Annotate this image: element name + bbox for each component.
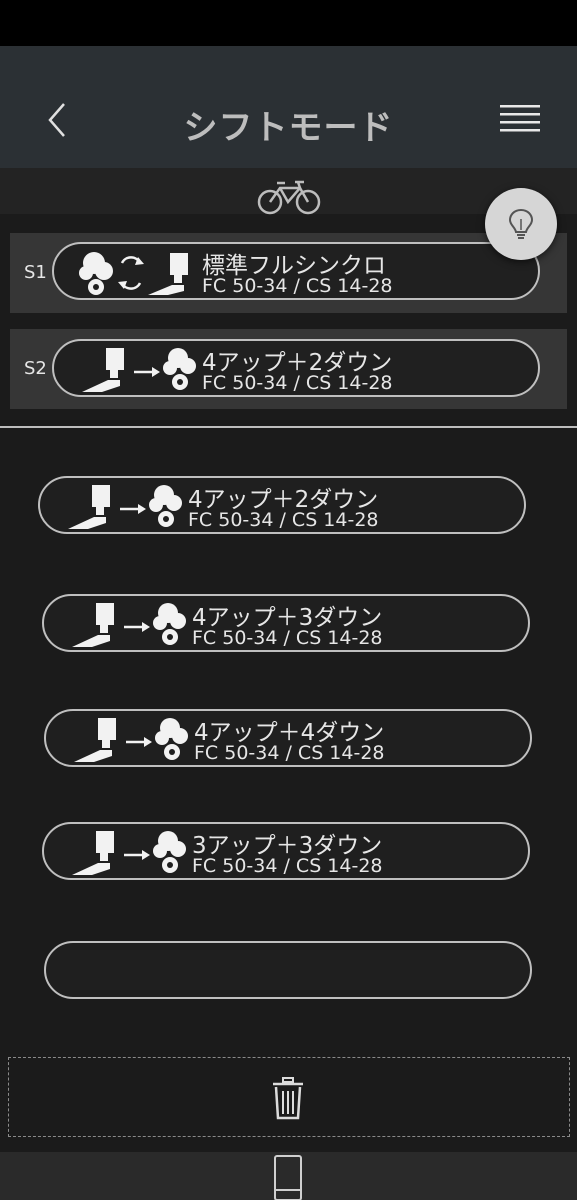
shift-mode-pill[interactable]: 4アップ＋2ダウン FC 50-34 / CS 14-28 xyxy=(38,476,526,534)
bottom-bar xyxy=(0,1152,577,1200)
mode-gearing: FC 50-34 / CS 14-28 xyxy=(202,372,393,394)
multi-shift-icon xyxy=(72,831,186,875)
slot-label: S2 xyxy=(24,358,47,379)
hint-button[interactable] xyxy=(485,188,557,260)
multi-shift-icon xyxy=(68,485,182,529)
shift-mode-pill[interactable]: 標準フルシンクロ FC 50-34 / CS 14-28 xyxy=(52,242,540,300)
mode-gearing: FC 50-34 / CS 14-28 xyxy=(188,509,379,531)
multi-shift-icon xyxy=(82,348,196,392)
shift-mode-pill[interactable]: 4アップ＋3ダウン FC 50-34 / CS 14-28 xyxy=(42,594,530,652)
mode-gearing: FC 50-34 / CS 14-28 xyxy=(202,275,393,297)
shift-mode-pill[interactable]: 4アップ＋2ダウン FC 50-34 / CS 14-28 xyxy=(52,339,540,397)
multi-shift-icon xyxy=(72,603,186,647)
mode-gearing: FC 50-34 / CS 14-28 xyxy=(194,742,385,764)
lightbulb-icon xyxy=(508,208,534,239)
page-title: シフトモード xyxy=(183,108,394,148)
shift-mode-pill[interactable]: 4アップ＋4ダウン FC 50-34 / CS 14-28 xyxy=(44,709,532,767)
trash-icon xyxy=(273,1077,303,1120)
multi-shift-icon xyxy=(74,718,188,762)
slot-s2: S2 4アップ＋2ダウン FC 50-34 / CS 14-28 xyxy=(10,329,567,409)
mode-gearing: FC 50-34 / CS 14-28 xyxy=(192,855,383,877)
slot-s1: S1 標準フルシンクロ FC 50-34 / CS 14-28 xyxy=(10,233,567,313)
menu-button[interactable] xyxy=(498,102,542,136)
empty-mode-pill[interactable] xyxy=(44,941,532,999)
mode-gearing: FC 50-34 / CS 14-28 xyxy=(192,627,383,649)
status-bar xyxy=(0,0,577,46)
phone-icon xyxy=(274,1155,302,1200)
slot-label: S1 xyxy=(24,262,47,283)
bicycle-icon xyxy=(257,180,321,215)
menu-icon xyxy=(500,105,540,132)
delete-drop-zone[interactable] xyxy=(8,1057,570,1137)
section-divider xyxy=(0,426,577,428)
synchro-shift-icon xyxy=(79,252,188,295)
shift-mode-pill[interactable]: 3アップ＋3ダウン FC 50-34 / CS 14-28 xyxy=(42,822,530,880)
